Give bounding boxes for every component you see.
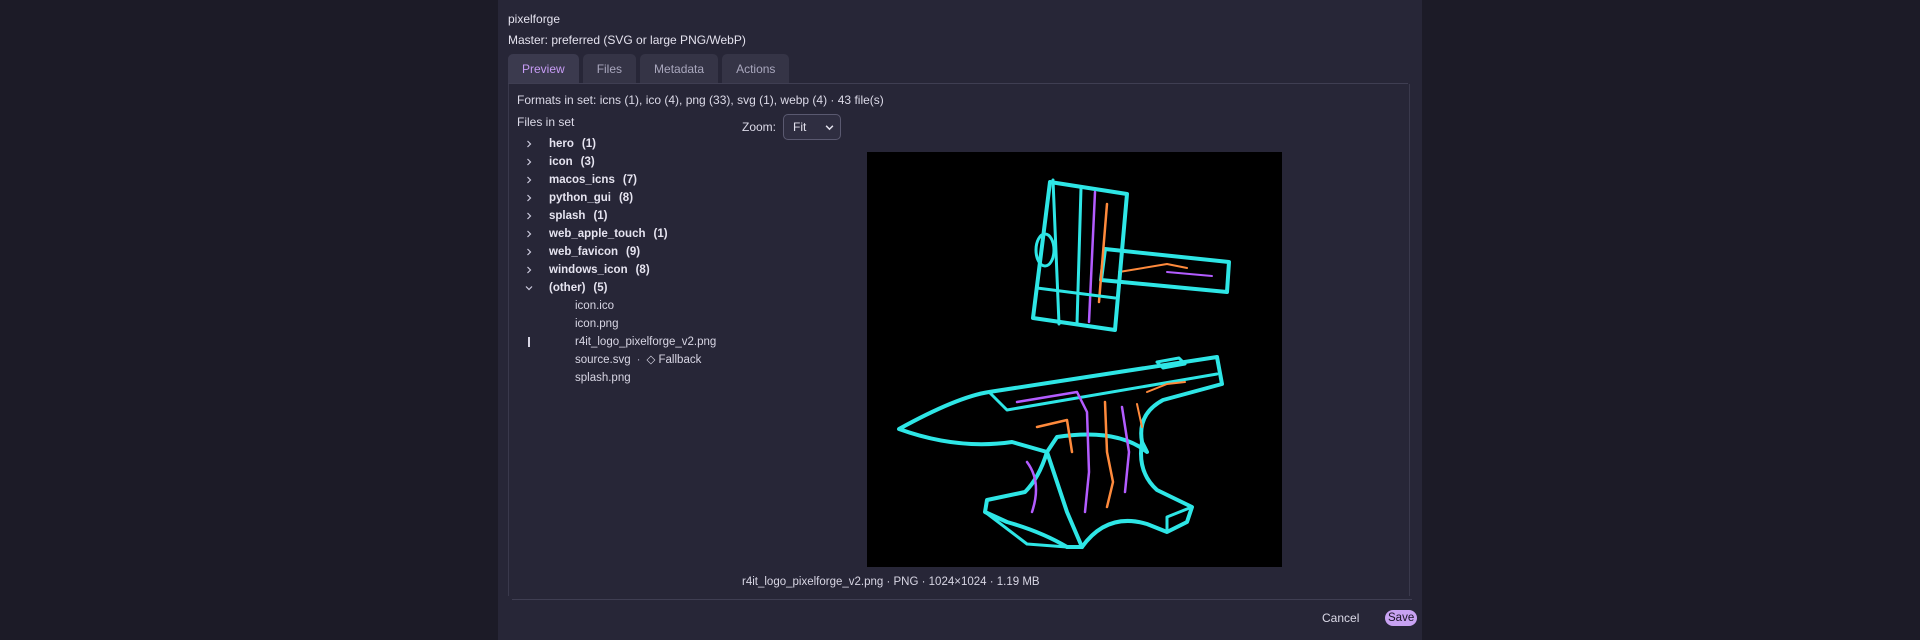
tree-group-python-gui[interactable]: python_gui (8) [517, 189, 717, 207]
preview-caption: r4it_logo_pixelforge_v2.png · PNG · 1024… [742, 576, 1040, 588]
tree-file-label: icon.ico [575, 300, 614, 312]
image-preview [867, 152, 1282, 567]
tree-file-icon-ico[interactable]: icon.ico [517, 297, 717, 315]
chevron-right-icon [523, 243, 535, 261]
preview-panel: Formats in set: icns (1), ico (4), png (… [508, 84, 1410, 596]
tab-metadata[interactable]: Metadata [640, 54, 719, 84]
zoom-value: Fit [793, 120, 807, 134]
tree-group-count: (1) [593, 210, 608, 222]
tree-group-icon[interactable]: icon (3) [517, 153, 717, 171]
separator-dot: · [636, 354, 641, 366]
tab-preview[interactable]: Preview [508, 54, 579, 84]
tree-file-source-svg[interactable]: source.svg · ◇ Fallback [517, 351, 717, 369]
tree-file-label: splash.png [575, 372, 631, 384]
tree-group-label: python_gui [549, 192, 611, 204]
tree-group-splash[interactable]: splash (1) [517, 207, 717, 225]
tree-group-count: (9) [626, 246, 641, 258]
tree-group-label: windows_icon [549, 264, 628, 276]
tree-group-label: icon [549, 156, 573, 168]
tree-file-label: icon.png [575, 318, 619, 330]
tree-group-label: (other) [549, 282, 586, 294]
chevron-right-icon [523, 153, 535, 171]
tree-group-macos-icns[interactable]: macos_icns (7) [517, 171, 717, 189]
tree-group-windows-icon[interactable]: windows_icon (8) [517, 261, 717, 279]
tree-group-count: (1) [581, 138, 596, 150]
zoom-label: Zoom: [742, 120, 777, 134]
cancel-button[interactable]: Cancel [1322, 611, 1359, 625]
tab-bar: Preview Files Metadata Actions [508, 54, 790, 84]
tree-group-label: web_apple_touch [549, 228, 646, 240]
tree-group-label: hero [549, 138, 574, 150]
zoom-select[interactable]: Fit [783, 114, 841, 140]
tab-actions[interactable]: Actions [722, 54, 790, 84]
chevron-down-icon [825, 115, 834, 139]
tree-group-web-apple-touch[interactable]: web_apple_touch (1) [517, 225, 717, 243]
chevron-right-icon [523, 189, 535, 207]
anvil-hammer-logo-image [897, 178, 1231, 549]
chevron-right-icon [523, 171, 535, 189]
diamond-icon: ◇ [646, 354, 656, 366]
asset-dialog: pixelforge Master: preferred (SVG or lar… [498, 0, 1422, 640]
tree-group-other[interactable]: (other) (5) [517, 279, 717, 297]
tree-group-label: web_favicon [549, 246, 619, 258]
tab-files[interactable]: Files [582, 54, 637, 84]
fallback-tag: Fallback [658, 354, 702, 366]
files-in-set-label: Files in set [517, 115, 575, 129]
chevron-right-icon [523, 261, 535, 279]
tree-group-count: (8) [618, 192, 634, 204]
chevron-down-icon [523, 279, 535, 297]
footer-divider [512, 599, 1412, 600]
formats-summary: Formats in set: icns (1), ico (4), png (… [517, 93, 884, 107]
save-button[interactable]: Save [1385, 610, 1418, 626]
tree-group-count: (3) [580, 156, 595, 168]
master-note: Master: preferred (SVG or large PNG/WebP… [508, 33, 746, 47]
chevron-right-icon [523, 135, 535, 153]
tree-group-label: splash [549, 210, 586, 222]
tree-file-icon-png[interactable]: icon.png [517, 315, 717, 333]
tree-group-web-favicon[interactable]: web_favicon (9) [517, 243, 717, 261]
chevron-right-icon [523, 207, 535, 225]
tree-file-label: r4it_logo_pixelforge_v2.png [575, 336, 717, 348]
tree-file-logo-selected[interactable]: r4it_logo_pixelforge_v2.png [517, 333, 717, 351]
tree-group-count: (7) [622, 174, 637, 186]
tree-group-hero[interactable]: hero (1) [517, 135, 717, 153]
tree-group-count: (8) [635, 264, 650, 276]
text-cursor-icon [528, 337, 530, 347]
tree-group-count: (5) [593, 282, 608, 294]
file-tree: hero (1) icon (3) macos_icns (7) python_gui… [517, 135, 717, 387]
tree-file-splash-png[interactable]: splash.png [517, 369, 717, 387]
tree-group-label: macos_icns [549, 174, 615, 186]
tree-file-label: source.svg [575, 354, 631, 366]
chevron-right-icon [523, 225, 535, 243]
app-name: pixelforge [508, 12, 561, 26]
tree-group-count: (1) [653, 228, 668, 240]
